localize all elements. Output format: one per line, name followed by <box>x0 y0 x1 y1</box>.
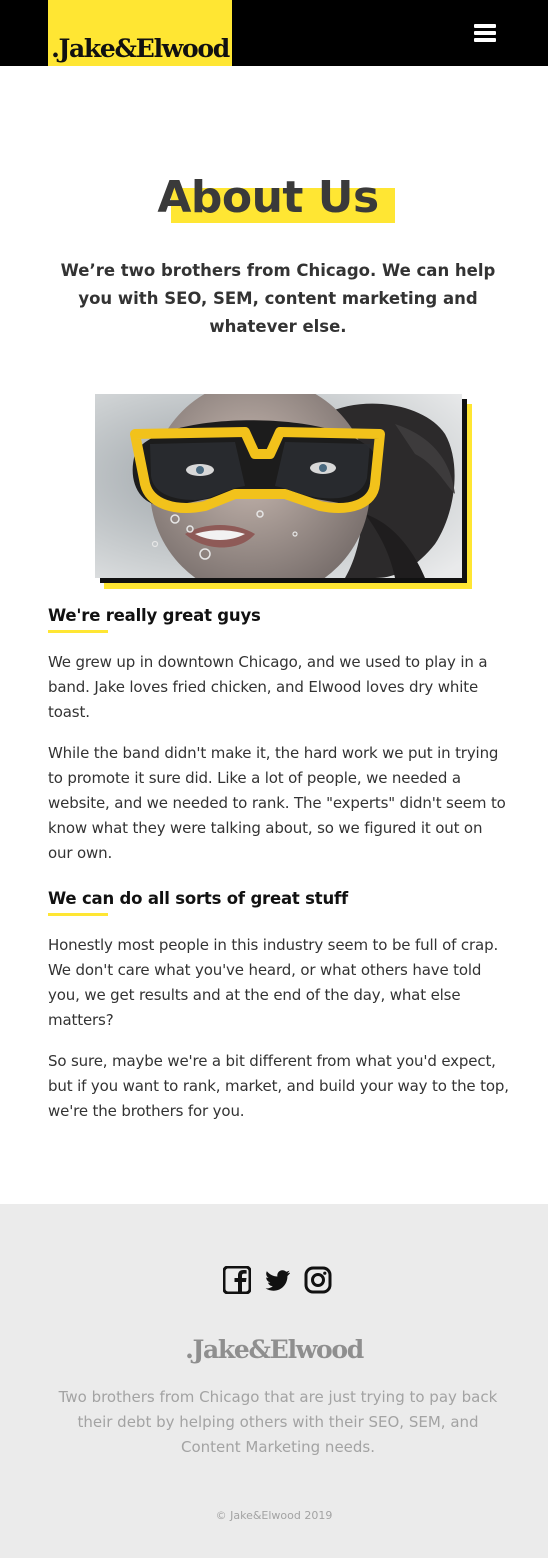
hero-photo <box>95 394 462 578</box>
footer-logo[interactable]: .Jake&Elwood <box>0 1335 548 1364</box>
site-footer <box>0 1204 548 1558</box>
hamburger-menu-icon[interactable] <box>474 24 496 44</box>
paragraph: So sure, maybe we're a bit different fro… <box>48 1052 509 1120</box>
section-heading-great-guys: We're really great guys <box>48 606 261 625</box>
copyright: © Jake&Elwood 2019 <box>215 1509 333 1522</box>
intro-text: We’re two brothers from Chicago. We can … <box>60 261 496 336</box>
page-title-text: About Us <box>157 172 379 223</box>
site-logo: .Jake&Elwood <box>51 34 230 63</box>
section-heading-great-stuff: We can do all sorts of great stuff <box>48 889 348 908</box>
footer-description: Two brothers from Chicago that are just … <box>58 1388 498 1456</box>
page-title: About Us <box>157 172 395 223</box>
facebook-icon[interactable] <box>222 1265 253 1296</box>
site-logo-link[interactable]: .Jake&Elwood <box>48 0 232 66</box>
page-title-container: About Us <box>0 172 548 223</box>
instagram-icon[interactable] <box>304 1266 334 1296</box>
twitter-icon[interactable] <box>264 1266 294 1296</box>
heading-underline <box>48 630 108 633</box>
paragraph: Honestly most people in this industry se… <box>48 936 499 1029</box>
paragraph: We grew up in downtown Chicago, and we u… <box>48 653 488 721</box>
top-navigation-bar: .Jake&Elwood <box>0 0 548 66</box>
heading-underline <box>48 913 108 916</box>
paragraph: While the band didn't make it, the hard … <box>48 744 506 862</box>
woman-underwater-yellow-diving-mask-image <box>95 394 462 578</box>
